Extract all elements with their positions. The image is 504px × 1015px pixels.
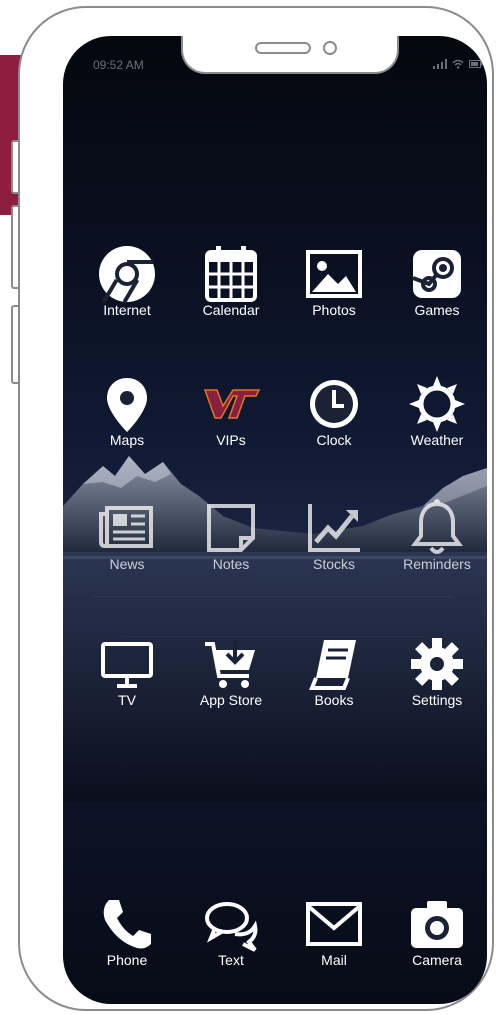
photo-icon [306,250,362,298]
app-label: TV [118,692,136,708]
app-app-store[interactable]: App Store [179,632,283,708]
app-weather[interactable]: Weather [385,372,487,448]
notch [181,36,399,74]
clock-icon [310,380,358,428]
steam-icon [412,250,461,298]
app-clock[interactable]: Clock [282,372,386,448]
home-screen: 09:52 AM Internet Calendar Photos Games … [63,36,487,1004]
status-time: 09:52 AM [93,58,144,72]
app-label: News [109,556,145,572]
book-icon [309,640,356,690]
calendar-icon [205,246,257,302]
phone-icon [103,900,151,949]
battery-icon [469,60,483,69]
app-label: Stocks [312,556,355,572]
status-icons [433,58,483,70]
dock-text[interactable]: Text [179,892,283,968]
app-label: App Store [199,692,263,708]
app-reminders[interactable]: Reminders [385,496,487,572]
app-calendar[interactable]: Calendar [179,242,283,318]
sun-icon [409,376,465,432]
app-stocks[interactable]: Stocks [282,496,386,572]
app-label: Photos [312,302,356,318]
app-vips[interactable]: VIPs [179,372,283,448]
app-internet[interactable]: Internet [75,242,179,318]
app-label: Books [314,692,354,708]
signal-icon [433,59,447,70]
app-news[interactable]: News [75,496,179,572]
app-label: Calendar [202,302,260,318]
app-photos[interactable]: Photos [282,242,386,318]
app-label: Notes [212,556,250,572]
app-label: Text [218,952,244,968]
app-label: Mail [321,952,347,968]
newspaper-icon [99,506,153,548]
app-label: Camera [412,952,462,968]
chart-line-icon [308,504,360,552]
app-label: Reminders [403,556,471,572]
dock-phone[interactable]: Phone [75,892,179,968]
envelope-icon [306,902,362,946]
app-label: Internet [103,302,151,318]
app-books[interactable]: Books [282,632,386,708]
camera-icon [411,901,463,948]
chat-bubbles-icon [205,902,258,952]
cart-download-icon [205,640,255,688]
dock-camera[interactable]: Camera [385,892,487,968]
bell-icon [411,499,463,554]
app-label: Phone [106,952,148,968]
app-maps[interactable]: Maps [75,372,179,448]
map-pin-icon [107,378,147,432]
phone-frame: 09:52 AM Internet Calendar Photos Games … [18,6,494,1011]
app-label: Clock [316,432,352,448]
chrome-icon [99,246,155,304]
app-notes[interactable]: Notes [179,496,283,572]
app-label: VIPs [216,432,246,448]
app-label: Maps [109,432,145,448]
speaker-grille [255,42,311,54]
wifi-icon [452,59,464,69]
gear-icon [411,638,463,690]
tv-icon [101,642,153,688]
app-label: Weather [410,432,464,448]
app-label: Games [414,302,460,318]
dock-mail[interactable]: Mail [282,892,386,968]
app-label: Settings [411,692,463,708]
front-camera [323,41,337,55]
app-tv[interactable]: TV [75,632,179,708]
app-games[interactable]: Games [385,242,487,318]
app-settings[interactable]: Settings [385,632,487,708]
sticky-note-icon [207,504,255,552]
vt-logo-icon [203,389,261,419]
